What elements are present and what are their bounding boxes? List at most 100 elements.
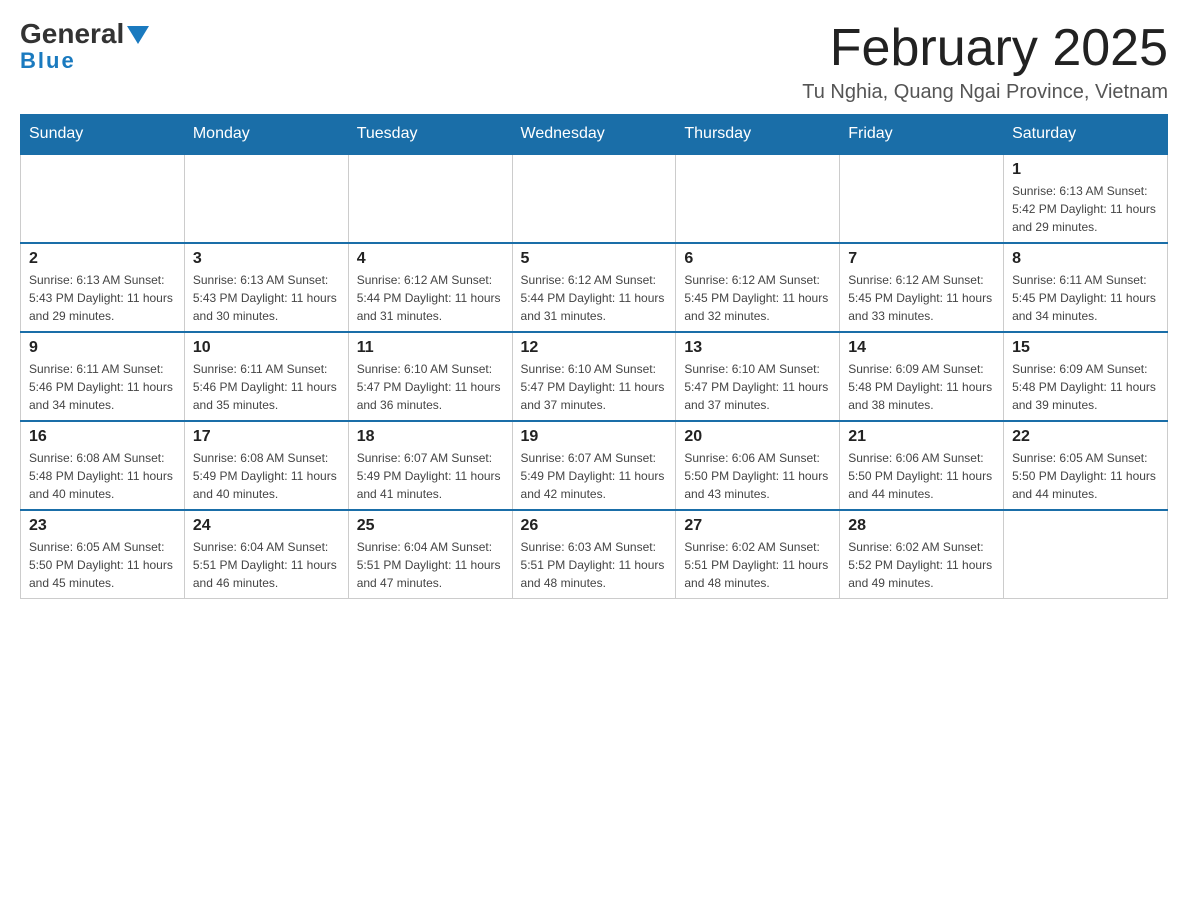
calendar-cell-w2-d4: 6Sunrise: 6:12 AM Sunset: 5:45 PM Daylig…	[676, 243, 840, 332]
day-info: Sunrise: 6:06 AM Sunset: 5:50 PM Dayligh…	[848, 449, 995, 503]
day-number: 19	[521, 428, 668, 446]
day-info: Sunrise: 6:02 AM Sunset: 5:52 PM Dayligh…	[848, 538, 995, 592]
day-info: Sunrise: 6:11 AM Sunset: 5:46 PM Dayligh…	[29, 360, 176, 414]
calendar-cell-w3-d1: 10 Sunrise: 6:11 AM Sunset: 5:46 PM Dayli…	[184, 332, 348, 421]
logo-triangle-icon	[127, 26, 149, 44]
calendar-cell-w1-d3	[512, 154, 676, 243]
calendar-cell-w5-d0: 23 Sunrise: 6:05 AM Sunset: 5:50 PM Dayli…	[21, 510, 185, 599]
day-number: 14	[848, 339, 995, 357]
calendar-cell-w5-d2: 25 Sunrise: 6:04 AM Sunset: 5:51 PM Dayli…	[348, 510, 512, 599]
day-number: 24	[193, 517, 340, 535]
col-monday: Monday	[184, 115, 348, 155]
page-header: General Blue February 2025 Tu Nghia, Qua…	[20, 20, 1168, 104]
day-number: 3	[193, 250, 340, 268]
day-number: 22	[1012, 428, 1159, 446]
calendar-cell-w4-d3: 19 Sunrise: 6:07 AM Sunset: 5:49 PM Dayli…	[512, 421, 676, 510]
calendar-cell-w5-d5: 28 Sunrise: 6:02 AM Sunset: 5:52 PM Dayli…	[840, 510, 1004, 599]
day-info: Sunrise: 6:02 AM Sunset: 5:51 PM Dayligh…	[684, 538, 831, 592]
calendar-cell-w3-d5: 14 Sunrise: 6:09 AM Sunset: 5:48 PM Dayli…	[840, 332, 1004, 421]
day-info: Sunrise: 6:08 AM Sunset: 5:49 PM Dayligh…	[193, 449, 340, 503]
day-info: Sunrise: 6:09 AM Sunset: 5:48 PM Dayligh…	[848, 360, 995, 414]
day-info: Sunrise: 6:11 AM Sunset: 5:45 PM Dayligh…	[1012, 271, 1159, 325]
day-number: 2	[29, 250, 176, 268]
day-info: Sunrise: 6:12 AM Sunset: 5:45 PM Dayligh…	[684, 271, 831, 325]
calendar-week-3: 9 Sunrise: 6:11 AM Sunset: 5:46 PM Daylig…	[21, 332, 1168, 421]
day-info: Sunrise: 6:07 AM Sunset: 5:49 PM Dayligh…	[521, 449, 668, 503]
day-number: 8	[1012, 250, 1159, 268]
calendar-cell-w2-d3: 5 Sunrise: 6:12 AM Sunset: 5:44 PM Daylig…	[512, 243, 676, 332]
calendar-cell-w2-d0: 2 Sunrise: 6:13 AM Sunset: 5:43 PM Daylig…	[21, 243, 185, 332]
day-number: 12	[521, 339, 668, 357]
col-tuesday: Tuesday	[348, 115, 512, 155]
day-info: Sunrise: 6:10 AM Sunset: 5:47 PM Dayligh…	[684, 360, 831, 414]
day-info: Sunrise: 6:13 AM Sunset: 5:43 PM Dayligh…	[29, 271, 176, 325]
day-info: Sunrise: 6:05 AM Sunset: 5:50 PM Dayligh…	[29, 538, 176, 592]
day-info: Sunrise: 6:13 AM Sunset: 5:43 PM Dayligh…	[193, 271, 340, 325]
day-info: Sunrise: 6:10 AM Sunset: 5:47 PM Dayligh…	[521, 360, 668, 414]
day-info: Sunrise: 6:04 AM Sunset: 5:51 PM Dayligh…	[357, 538, 504, 592]
calendar-cell-w5-d4: 27 Sunrise: 6:02 AM Sunset: 5:51 PM Dayli…	[676, 510, 840, 599]
logo-text-general: General	[20, 20, 124, 48]
col-sunday: Sunday	[21, 115, 185, 155]
calendar-cell-w5-d1: 24 Sunrise: 6:04 AM Sunset: 5:51 PM Dayli…	[184, 510, 348, 599]
day-number: 17	[193, 428, 340, 446]
day-info: Sunrise: 6:12 AM Sunset: 5:44 PM Dayligh…	[357, 271, 504, 325]
calendar-cell-w4-d4: 20Sunrise: 6:06 AM Sunset: 5:50 PM Dayli…	[676, 421, 840, 510]
calendar-cell-w3-d0: 9 Sunrise: 6:11 AM Sunset: 5:46 PM Daylig…	[21, 332, 185, 421]
calendar-cell-w4-d6: 22 Sunrise: 6:05 AM Sunset: 5:50 PM Dayli…	[1004, 421, 1168, 510]
calendar-cell-w3-d6: 15 Sunrise: 6:09 AM Sunset: 5:48 PM Dayli…	[1004, 332, 1168, 421]
calendar-cell-w3-d2: 11 Sunrise: 6:10 AM Sunset: 5:47 PM Dayli…	[348, 332, 512, 421]
day-number: 18	[357, 428, 504, 446]
day-number: 9	[29, 339, 176, 357]
calendar-cell-w2-d1: 3 Sunrise: 6:13 AM Sunset: 5:43 PM Daylig…	[184, 243, 348, 332]
title-section: February 2025 Tu Nghia, Quang Ngai Provi…	[802, 20, 1168, 104]
logo-text-blue: Blue	[20, 48, 76, 74]
day-info: Sunrise: 6:12 AM Sunset: 5:44 PM Dayligh…	[521, 271, 668, 325]
calendar-cell-w1-d1	[184, 154, 348, 243]
location-title: Tu Nghia, Quang Ngai Province, Vietnam	[802, 81, 1168, 104]
day-number: 27	[684, 517, 831, 535]
day-number: 26	[521, 517, 668, 535]
day-info: Sunrise: 6:11 AM Sunset: 5:46 PM Dayligh…	[193, 360, 340, 414]
day-info: Sunrise: 6:09 AM Sunset: 5:48 PM Dayligh…	[1012, 360, 1159, 414]
col-friday: Friday	[840, 115, 1004, 155]
col-wednesday: Wednesday	[512, 115, 676, 155]
month-title: February 2025	[802, 20, 1168, 77]
day-number: 23	[29, 517, 176, 535]
col-saturday: Saturday	[1004, 115, 1168, 155]
day-number: 1	[1012, 161, 1159, 179]
day-number: 20	[684, 428, 831, 446]
calendar-week-4: 16Sunrise: 6:08 AM Sunset: 5:48 PM Dayli…	[21, 421, 1168, 510]
day-number: 11	[357, 339, 504, 357]
calendar-cell-w1-d5	[840, 154, 1004, 243]
calendar-cell-w3-d4: 13Sunrise: 6:10 AM Sunset: 5:47 PM Dayli…	[676, 332, 840, 421]
day-info: Sunrise: 6:08 AM Sunset: 5:48 PM Dayligh…	[29, 449, 176, 503]
calendar-week-2: 2 Sunrise: 6:13 AM Sunset: 5:43 PM Daylig…	[21, 243, 1168, 332]
day-number: 15	[1012, 339, 1159, 357]
calendar-cell-w5-d6	[1004, 510, 1168, 599]
calendar-cell-w2-d2: 4 Sunrise: 6:12 AM Sunset: 5:44 PM Daylig…	[348, 243, 512, 332]
calendar-cell-w3-d3: 12 Sunrise: 6:10 AM Sunset: 5:47 PM Dayli…	[512, 332, 676, 421]
day-info: Sunrise: 6:04 AM Sunset: 5:51 PM Dayligh…	[193, 538, 340, 592]
day-number: 10	[193, 339, 340, 357]
day-info: Sunrise: 6:05 AM Sunset: 5:50 PM Dayligh…	[1012, 449, 1159, 503]
calendar-week-1: 1 Sunrise: 6:13 AM Sunset: 5:42 PM Daylig…	[21, 154, 1168, 243]
calendar-cell-w2-d5: 7Sunrise: 6:12 AM Sunset: 5:45 PM Daylig…	[840, 243, 1004, 332]
calendar-cell-w4-d0: 16Sunrise: 6:08 AM Sunset: 5:48 PM Dayli…	[21, 421, 185, 510]
day-info: Sunrise: 6:10 AM Sunset: 5:47 PM Dayligh…	[357, 360, 504, 414]
calendar-cell-w1-d2	[348, 154, 512, 243]
calendar-cell-w5-d3: 26Sunrise: 6:03 AM Sunset: 5:51 PM Dayli…	[512, 510, 676, 599]
calendar-cell-w1-d0	[21, 154, 185, 243]
calendar-week-5: 23 Sunrise: 6:05 AM Sunset: 5:50 PM Dayli…	[21, 510, 1168, 599]
calendar-cell-w4-d2: 18Sunrise: 6:07 AM Sunset: 5:49 PM Dayli…	[348, 421, 512, 510]
calendar-cell-w2-d6: 8 Sunrise: 6:11 AM Sunset: 5:45 PM Daylig…	[1004, 243, 1168, 332]
day-number: 5	[521, 250, 668, 268]
calendar-cell-w4-d1: 17 Sunrise: 6:08 AM Sunset: 5:49 PM Dayli…	[184, 421, 348, 510]
day-number: 7	[848, 250, 995, 268]
day-info: Sunrise: 6:13 AM Sunset: 5:42 PM Dayligh…	[1012, 182, 1159, 236]
calendar-header-row: Sunday Monday Tuesday Wednesday Thursday…	[21, 115, 1168, 155]
day-number: 4	[357, 250, 504, 268]
day-number: 25	[357, 517, 504, 535]
calendar-cell-w4-d5: 21Sunrise: 6:06 AM Sunset: 5:50 PM Dayli…	[840, 421, 1004, 510]
day-number: 28	[848, 517, 995, 535]
